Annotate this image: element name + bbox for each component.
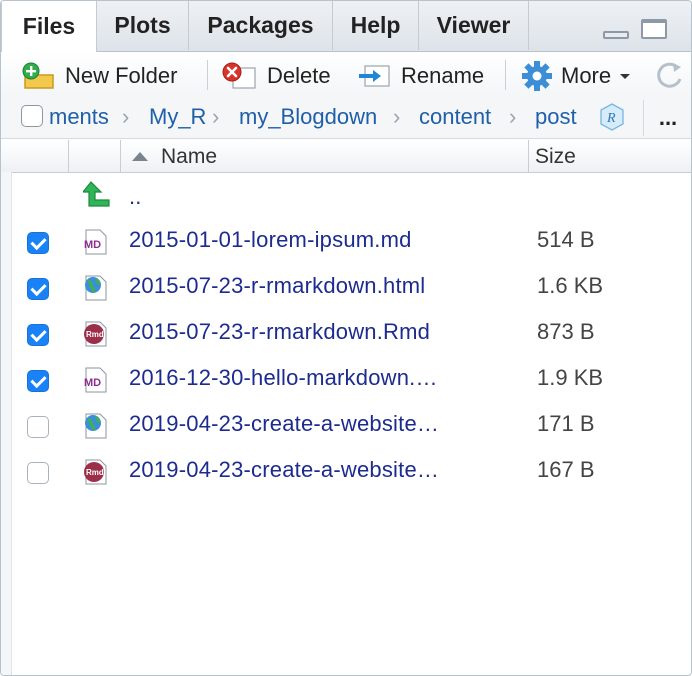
rename-icon bbox=[359, 65, 390, 87]
delete-button[interactable]: Delete bbox=[221, 61, 331, 91]
html-file-icon bbox=[85, 413, 107, 439]
toolbar-separator bbox=[505, 60, 506, 90]
files-pane: Files Plots Packages Help Viewer New Fol… bbox=[0, 0, 692, 676]
minimize-pane-button[interactable] bbox=[603, 31, 629, 39]
tab-plots[interactable]: Plots bbox=[97, 1, 189, 50]
checkbox-column-header bbox=[11, 140, 69, 172]
name-column-label: Name bbox=[161, 145, 218, 168]
rmarkdown-file-icon: Rmd bbox=[84, 459, 107, 485]
tab-help[interactable]: Help bbox=[333, 1, 419, 50]
breadcrumb-item[interactable]: My_R bbox=[149, 104, 206, 130]
toolbar-separator bbox=[207, 60, 208, 90]
select-all-checkbox[interactable] bbox=[21, 105, 43, 127]
rename-label: Rename bbox=[401, 63, 485, 88]
icon-column-header bbox=[69, 140, 121, 172]
file-size: 167 B bbox=[537, 457, 595, 482]
delete-label: Delete bbox=[267, 63, 331, 88]
file-name-link[interactable]: 2015-01-01-lorem-ipsum.md bbox=[129, 227, 412, 253]
svg-text:Rmd: Rmd bbox=[86, 330, 104, 339]
svg-text:Rmd: Rmd bbox=[86, 468, 104, 477]
file-checkbox[interactable] bbox=[27, 324, 49, 346]
refresh-icon bbox=[657, 62, 682, 88]
rename-button[interactable]: Rename bbox=[357, 61, 484, 91]
refresh-button[interactable] bbox=[653, 61, 691, 96]
tab-viewer[interactable]: Viewer bbox=[419, 1, 529, 50]
file-checkbox[interactable] bbox=[27, 462, 49, 484]
file-name-link[interactable]: 2019-04-23-create-a-website… bbox=[129, 457, 439, 483]
chevron-right-icon: › bbox=[122, 104, 130, 129]
more-label: More bbox=[561, 63, 612, 88]
breadcrumb-item[interactable]: content bbox=[419, 104, 491, 130]
file-row[interactable]: 2019-04-23-create-a-website… 171 B bbox=[11, 402, 691, 448]
size-column-label: Size bbox=[535, 145, 576, 168]
chevron-down-icon bbox=[620, 74, 631, 79]
file-name-link[interactable]: 2015-07-23-r-rmarkdown.html bbox=[129, 273, 425, 299]
file-checkbox[interactable] bbox=[27, 370, 49, 392]
svg-text:R: R bbox=[606, 111, 616, 126]
file-size: 1.6 KB bbox=[537, 273, 604, 298]
name-column-header[interactable]: Name bbox=[121, 140, 529, 172]
breadcrumb-overflow-button[interactable]: ... bbox=[643, 100, 691, 136]
size-column-header[interactable]: Size bbox=[529, 140, 691, 172]
breadcrumb-item[interactable]: post bbox=[535, 104, 577, 130]
breadcrumb-item[interactable]: ments bbox=[49, 104, 109, 130]
file-name-link[interactable]: 2016-12-30-hello-markdown.… bbox=[129, 365, 438, 391]
file-size: 873 B bbox=[537, 319, 595, 344]
file-name-link[interactable]: 2015-07-23-r-rmarkdown.Rmd bbox=[129, 319, 430, 345]
file-checkbox[interactable] bbox=[27, 278, 49, 300]
file-row[interactable]: MD 2016-12-30-hello-markdown.… 1.9 KB bbox=[11, 356, 691, 402]
parent-directory-label[interactable]: .. bbox=[129, 184, 142, 210]
rmarkdown-file-icon: Rmd bbox=[84, 321, 107, 347]
breadcrumb-item[interactable]: my_Blogdown bbox=[239, 104, 377, 130]
file-size: 171 B bbox=[537, 411, 595, 436]
file-checkbox[interactable] bbox=[27, 416, 49, 438]
breadcrumb: ments › My_R › my_Blogdown › content › p… bbox=[1, 98, 691, 139]
more-menu-button[interactable]: More bbox=[521, 61, 633, 91]
gear-icon bbox=[522, 61, 552, 91]
tab-bar: Files Plots Packages Help Viewer bbox=[1, 1, 691, 52]
new-folder-button[interactable]: New Folder bbox=[21, 61, 177, 91]
svg-text:MD: MD bbox=[84, 377, 101, 389]
file-list-header: Name Size bbox=[1, 140, 691, 173]
tab-files[interactable]: Files bbox=[1, 1, 97, 52]
parent-directory-icon bbox=[83, 181, 110, 207]
file-row[interactable]: Rmd 2019-04-23-create-a-website… 167 B bbox=[11, 448, 691, 494]
sort-ascending-icon bbox=[132, 152, 148, 161]
file-name-link[interactable]: 2019-04-23-create-a-website… bbox=[129, 411, 439, 437]
chevron-right-icon: › bbox=[393, 104, 401, 129]
tab-packages[interactable]: Packages bbox=[189, 1, 333, 50]
parent-directory-row[interactable]: .. bbox=[11, 172, 691, 218]
files-toolbar: New Folder Delete Rename More bbox=[1, 52, 691, 99]
delete-icon bbox=[222, 62, 256, 89]
svg-text:MD: MD bbox=[84, 239, 101, 251]
file-size: 1.9 KB bbox=[537, 365, 604, 390]
file-row[interactable]: 2015-07-23-r-rmarkdown.html 1.6 KB bbox=[11, 264, 691, 310]
markdown-file-icon: MD bbox=[84, 367, 107, 393]
maximize-pane-button[interactable] bbox=[641, 19, 667, 39]
file-size: 514 B bbox=[537, 227, 595, 252]
chevron-right-icon: › bbox=[509, 104, 517, 129]
chevron-right-icon: › bbox=[212, 104, 220, 129]
file-checkbox[interactable] bbox=[27, 232, 49, 254]
html-file-icon bbox=[85, 275, 107, 301]
file-row[interactable]: Rmd 2015-07-23-r-rmarkdown.Rmd 873 B bbox=[11, 310, 691, 356]
new-folder-label: New Folder bbox=[65, 63, 178, 88]
markdown-file-icon: MD bbox=[84, 229, 107, 255]
new-folder-icon bbox=[22, 62, 54, 89]
r-project-icon[interactable]: R bbox=[597, 102, 627, 132]
file-row[interactable]: MD 2015-01-01-lorem-ipsum.md 514 B bbox=[11, 218, 691, 264]
